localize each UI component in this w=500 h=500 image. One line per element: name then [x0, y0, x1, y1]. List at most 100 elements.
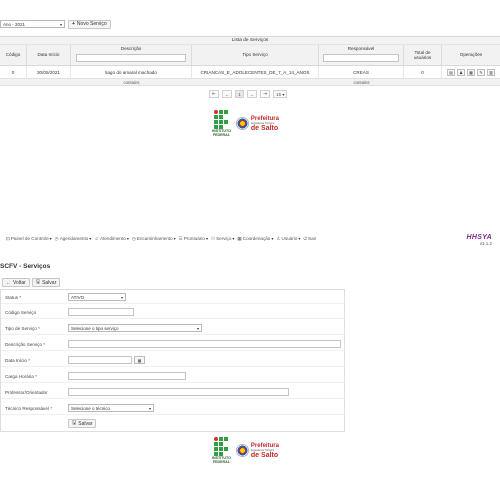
year-select-value: Ano - 2021 [3, 21, 26, 27]
form-toolbar: ← Voltar 🖫 Salvar [2, 278, 61, 287]
app-brand: HHSYA v3.1.2 [467, 234, 492, 246]
chevron-down-icon: ▾ [282, 91, 285, 97]
tipo-select[interactable]: Selecione o tipo serviço ▾ [68, 324, 202, 332]
if-logo-text: INSTITUTO FEDERAL [212, 129, 231, 137]
power-icon: ⏻ [303, 236, 307, 241]
data-input[interactable] [68, 356, 132, 364]
cell-data-inicio: 30/05/2021 [27, 66, 71, 78]
data-picker: ▦ [68, 356, 145, 364]
header-operacoes: Operações [459, 52, 483, 57]
edit-icon[interactable]: ✎ [477, 68, 485, 76]
carga-row: Carga Horária * [1, 370, 346, 383]
status-row: Status * ATIVO ▾ [1, 291, 346, 304]
table-header: Código Data Início Descrição Tipo Serviç… [0, 45, 500, 66]
new-service-label: Novo Serviço [76, 21, 107, 27]
pagination: ⇤ ← 1 → ⇥ 15 ▾ [209, 90, 288, 98]
if-logo-mark [214, 437, 229, 456]
chevron-down-icon: ▾ [196, 325, 199, 331]
city-seal-icon [235, 117, 249, 130]
nav-encaminhamento[interactable]: ◷ Encaminhamento ▾ [132, 236, 176, 242]
user-icon: ♙ [276, 235, 281, 241]
codigo-row: Código Serviço [1, 306, 346, 319]
if-logo-mark [214, 110, 229, 129]
calendar-icon[interactable]: ▦ [134, 356, 145, 364]
table-row[interactable]: 0 30/05/2021 tiago do amaral machado CRI… [0, 66, 500, 79]
cell-responsavel: CREAS [319, 66, 404, 78]
data-row: Data Início * ▦ [1, 354, 346, 367]
services-table: Lista de Serviços Código Data Início Des… [0, 36, 500, 86]
if-logo: INSTITUTO FEDERAL [212, 437, 231, 464]
header-responsavel[interactable]: Responsável [319, 45, 404, 65]
cell-descricao: tiago do amaral machado [71, 66, 192, 78]
clock-icon: ◷ [131, 235, 136, 241]
calendar-icon[interactable]: ▦ [467, 68, 475, 76]
carga-input[interactable] [68, 372, 186, 380]
chevron-down-icon: ▾ [120, 294, 123, 300]
print-icon[interactable]: ▤ [447, 68, 455, 76]
page-size-select[interactable]: 15 ▾ [273, 90, 288, 98]
header-data-inicio[interactable]: Data Início [27, 45, 71, 65]
city-seal-icon [235, 444, 249, 457]
status-label: Status * [5, 294, 22, 300]
header-tipo-servico[interactable]: Tipo Serviço [192, 45, 319, 65]
first-page-button[interactable]: ⇤ [209, 90, 219, 98]
clock-icon: ◷ [54, 235, 59, 241]
table-title: Lista de Serviços [0, 36, 500, 45]
data-label: Data Início * [5, 357, 31, 363]
descricao-filter-input[interactable] [76, 54, 186, 62]
descricao-row: Descrição Serviço * [1, 338, 346, 351]
header-total-usuarios[interactable]: Total de usuários [404, 45, 442, 65]
tecnico-row: Técnico Responsável * Selecione o técnic… [1, 402, 346, 415]
table-footer: contains contains [0, 79, 500, 86]
responsavel-filter-input[interactable] [323, 54, 399, 62]
next-page-button[interactable]: → [246, 90, 258, 98]
descricao-label: Descrição Serviço * [5, 341, 46, 347]
new-service-button[interactable]: + Novo Serviço [68, 19, 111, 29]
year-select[interactable]: Ano - 2021 ▾ [0, 20, 65, 28]
app-version: v3.1.2 [479, 241, 492, 246]
main-navbar: ⊡ Painel de Controle ▾ ◷ Agendamento ▾ ☺ Aten… [0, 231, 500, 246]
list-icon: ☰ [178, 235, 183, 241]
nav-prontuario[interactable]: ☰ Prontuário ▾ [179, 236, 208, 242]
save-button-top[interactable]: 🖫 Salvar [31, 278, 61, 287]
nav-painel-de-controle[interactable]: ⊡ Painel de Controle ▾ [6, 236, 52, 242]
professor-input[interactable] [68, 388, 289, 396]
trash-icon[interactable]: ▥ [487, 68, 495, 76]
save-button[interactable]: 🖫 Salvar [68, 419, 97, 428]
last-page-button[interactable]: ⇥ [260, 90, 271, 98]
header-descricao[interactable]: Descrição [71, 45, 192, 65]
responsavel-filter-mode: contains [353, 79, 370, 85]
codigo-label: Código Serviço [5, 309, 37, 315]
dashboard-icon: ⊡ [6, 235, 10, 241]
status-select[interactable]: ATIVO ▾ [68, 293, 126, 301]
users-icon[interactable]: ♟ [457, 68, 465, 76]
service-form: Status * ATIVO ▾ Código Serviço Tipo de … [0, 289, 346, 432]
cell-operacoes: ▤ ♟ ▦ ✎ ▥ [442, 66, 500, 78]
submit-row: 🖫 Salvar [1, 417, 346, 430]
save-icon: 🖫 [72, 419, 77, 426]
prefeitura-logo: Prefeitura da Estância Turística de Salt… [235, 443, 279, 459]
cell-codigo: 0 [0, 66, 27, 78]
plus-icon: + [72, 21, 75, 27]
nav-servico[interactable]: ⚇ Serviço ▾ [211, 236, 234, 242]
back-button[interactable]: ← Voltar [2, 278, 30, 287]
nav-sair[interactable]: ⏻ Sair [303, 236, 316, 241]
nav-coordenacao[interactable]: ▦ Coordenação ▾ [237, 236, 273, 242]
brand-logo: HHSYA [466, 234, 492, 241]
prev-page-button[interactable]: ← [221, 90, 233, 98]
people-icon: ⚇ [210, 235, 216, 241]
header-codigo[interactable]: Código [0, 45, 27, 65]
tipo-row: Tipo de Serviço * Selecione o tipo servi… [1, 322, 346, 335]
current-page[interactable]: 1 [235, 90, 244, 98]
tipo-label: Tipo de Serviço * [5, 325, 40, 331]
nav-usuario[interactable]: ♙ Usuário ▾ [276, 236, 300, 242]
nav-agendamento[interactable]: ◷ Agendamento ▾ [55, 236, 92, 242]
nav-atendimento[interactable]: ☺ Atendimento ▾ [94, 236, 129, 241]
tecnico-select[interactable]: Selecione o técnico ▾ [68, 404, 154, 412]
top-toolbar: Ano - 2021 ▾ + Novo Serviço [0, 19, 115, 29]
save-icon: 🖫 [35, 278, 41, 285]
chevron-down-icon: ▾ [59, 21, 62, 27]
page-title: SCFV - Serviços [0, 263, 51, 270]
codigo-input[interactable] [68, 308, 134, 316]
descricao-input[interactable] [68, 340, 341, 348]
